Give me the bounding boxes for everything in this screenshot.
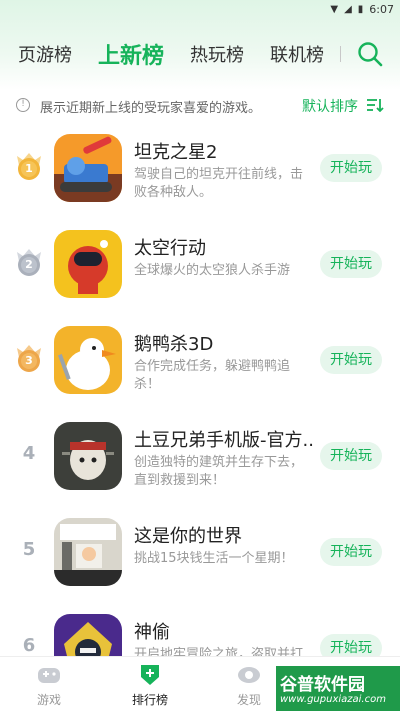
list-item[interactable]: 4 土豆兄弟手机版-官方... 创造独特的建筑并生存下去，直到救援到来！ 开始玩 — [0, 414, 400, 510]
app-icon-tank-star[interactable] — [54, 134, 122, 202]
nav-rankings[interactable]: 排行榜 — [115, 657, 185, 711]
start-play-button[interactable]: 开始玩 — [320, 538, 382, 566]
app-icon-brotato[interactable] — [54, 422, 122, 490]
clock: 6:07 — [369, 2, 394, 16]
list-item[interactable]: 5 这是你的世界 挑战15块钱生活一个星期！ 开始玩 — [0, 510, 400, 606]
game-description: 挑战15块钱生活一个星期！ — [134, 551, 294, 566]
game-description: 驾驶自己的坦克开往前线，击败各种敌人。 — [134, 167, 304, 200]
nav-games[interactable]: 游戏 — [14, 657, 84, 711]
astronaut-game-icon — [54, 230, 122, 298]
sort-icon[interactable] — [366, 98, 384, 112]
status-bar: ▼ ◢ ▮ 6:07 — [0, 0, 400, 18]
sort-dropdown[interactable]: 默认排序 — [302, 96, 358, 116]
start-play-button[interactable]: 开始玩 — [320, 154, 382, 182]
rank-medal-silver: 2 — [14, 246, 44, 278]
wifi-icon: ▼ — [330, 3, 339, 15]
tab-multiplayer-games[interactable]: 联机榜 — [270, 41, 324, 67]
game-description: 合作完成任务，躲避鸭鸭追杀！ — [134, 359, 291, 392]
game-description: 全球爆火的太空狼人杀手游 — [134, 263, 291, 278]
tab-hot-games[interactable]: 热玩榜 — [190, 41, 244, 67]
tab-new-games[interactable]: 上新榜 — [98, 38, 164, 70]
nav-discover[interactable]: 发现 — [214, 657, 284, 711]
game-title[interactable]: 鹅鸭杀3D — [134, 330, 213, 356]
search-button[interactable] — [356, 40, 384, 68]
tab-divider — [340, 46, 341, 62]
app-icon-your-world[interactable] — [54, 518, 122, 586]
game-title[interactable]: 太空行动 — [134, 234, 206, 260]
ranking-shield-icon — [141, 665, 159, 685]
world-game-icon — [54, 518, 122, 586]
game-title[interactable]: 神偷 — [134, 618, 170, 644]
game-description: 创造独特的建筑并生存下去，直到救援到来！ — [134, 455, 304, 488]
start-play-button[interactable]: 开始玩 — [320, 346, 382, 374]
game-title[interactable]: 土豆兄弟手机版-官方... — [134, 426, 314, 452]
site-watermark: 谷普软件园 www.gupuxiazai.com — [276, 666, 400, 711]
rank-number: 4 — [22, 443, 36, 464]
info-icon: ! — [16, 98, 30, 112]
rank-number: 5 — [22, 539, 36, 560]
rank-medal-gold: 1 — [14, 150, 44, 182]
signal-icon: ◢ — [344, 3, 352, 15]
list-item[interactable]: 2 太空行动 全球爆火的太空狼人杀手游 开始玩 — [0, 222, 400, 318]
goose-game-icon — [54, 326, 122, 394]
start-play-button[interactable]: 开始玩 — [320, 442, 382, 470]
tab-page-games[interactable]: 页游榜 — [18, 41, 72, 67]
watermark-url: www.gupuxiazai.com — [280, 694, 386, 705]
eye-icon — [238, 667, 260, 683]
app-icon-goose-duck[interactable] — [54, 326, 122, 394]
game-title[interactable]: 这是你的世界 — [134, 522, 242, 548]
tank-game-icon — [54, 134, 122, 202]
battery-icon: ▮ — [357, 3, 364, 15]
game-title[interactable]: 坦克之星2 — [134, 138, 217, 164]
start-play-button[interactable]: 开始玩 — [320, 250, 382, 278]
list-item[interactable]: 3 鹅鸭杀3D 合作完成任务，躲避鸭鸭追杀！ 开始玩 — [0, 318, 400, 414]
rank-medal-bronze: 3 — [14, 342, 44, 374]
list-item[interactable]: 1 坦克之星2 驾驶自己的坦克开往前线，击败各种敌人。 开始玩 — [0, 126, 400, 222]
ranking-description: 展示近期新上线的受玩家喜爱的游戏。 — [40, 101, 262, 116]
search-icon — [358, 42, 383, 67]
watermark-title: 谷普软件园 — [280, 675, 365, 695]
app-icon-space-action[interactable] — [54, 230, 122, 298]
potato-game-icon — [54, 422, 122, 490]
gamepad-icon — [38, 668, 60, 683]
